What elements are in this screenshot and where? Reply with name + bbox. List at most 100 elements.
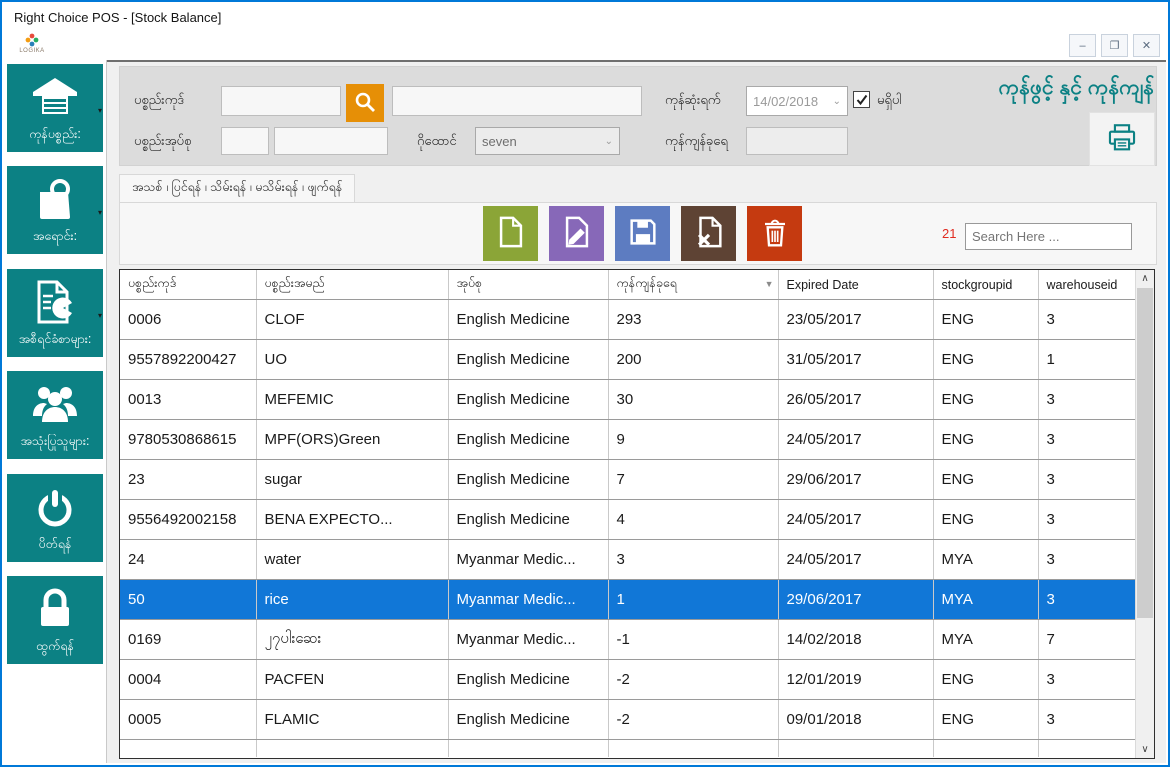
close-button[interactable]: ✕ (1133, 34, 1160, 57)
table-cell[interactable]: 293 (608, 300, 778, 340)
table-cell[interactable]: 3 (1038, 300, 1136, 340)
table-cell[interactable]: 0005 (120, 700, 256, 740)
sidebar-item-users[interactable]: အသုံးပြုသူများ: (7, 371, 103, 459)
edit-record-button[interactable] (549, 206, 604, 261)
scroll-down-button[interactable]: ∨ (1136, 741, 1154, 758)
column-header[interactable]: ကုန်ကျန်ခုရေ▼ (608, 270, 778, 300)
column-header[interactable]: Expired Date (778, 270, 933, 300)
table-cell[interactable]: 30 (608, 380, 778, 420)
table-cell[interactable]: MYA (933, 540, 1038, 580)
table-row[interactable]: 0006CLOFEnglish Medicine29323/05/2017ENG… (120, 300, 1136, 340)
table-row[interactable]: 0004PACFENEnglish Medicine-212/01/2019EN… (120, 660, 1136, 700)
table-cell[interactable]: ENG (933, 460, 1038, 500)
balance-input[interactable] (746, 127, 848, 155)
table-row[interactable]: 0005FLAMICEnglish Medicine-209/01/2018EN… (120, 700, 1136, 740)
table-cell[interactable]: 200 (608, 340, 778, 380)
grid-search-input[interactable] (965, 223, 1132, 250)
table-cell[interactable]: MYA (933, 580, 1038, 620)
item-group-code-input[interactable] (221, 127, 269, 155)
table-cell[interactable]: PACFEN (256, 660, 448, 700)
table-row[interactable]: 9556492002158BENA EXPECTO...English Medi… (120, 500, 1136, 540)
sidebar-item-reports[interactable]: ▾ အစီရင်ခံစာများ: (7, 269, 103, 357)
table-cell[interactable]: English Medicine (448, 460, 608, 500)
expiry-date-picker[interactable]: 14/02/2018 ⌄ (746, 86, 848, 116)
table-row[interactable]: 50riceMyanmar Medic...129/06/2017MYA3 (120, 580, 1136, 620)
search-item-button[interactable] (346, 84, 384, 122)
sidebar-item-logout[interactable]: ထွက်ရန် (7, 576, 103, 664)
table-cell[interactable]: ENG (933, 660, 1038, 700)
table-cell[interactable]: Myanmar Medic... (448, 580, 608, 620)
column-header[interactable]: warehouseid (1038, 270, 1136, 300)
table-cell[interactable]: English Medicine (448, 700, 608, 740)
table-cell[interactable]: 14/02/2018 (778, 620, 933, 660)
table-row[interactable]: 9557892200427UOEnglish Medicine20031/05/… (120, 340, 1136, 380)
table-cell[interactable]: 24/05/2017 (778, 540, 933, 580)
table-cell[interactable]: MYA (933, 620, 1038, 660)
table-cell[interactable]: ၂၇ပါးဆေး (256, 620, 448, 660)
table-cell[interactable]: 9556492002158 (120, 500, 256, 540)
table-cell[interactable]: 1 (1038, 340, 1136, 380)
table-cell[interactable]: 4 (608, 500, 778, 540)
table-cell[interactable]: 9557892200427 (120, 340, 256, 380)
minimize-button[interactable]: – (1069, 34, 1096, 57)
table-cell[interactable]: 29/06/2017 (778, 580, 933, 620)
table-cell[interactable]: 12/01/2019 (778, 660, 933, 700)
table-cell[interactable]: UO (256, 340, 448, 380)
table-cell[interactable]: 24/05/2017 (778, 500, 933, 540)
table-cell[interactable]: English Medicine (448, 380, 608, 420)
sidebar-item-products[interactable]: ▾ ကုန်ပစ္စည်း: (7, 64, 103, 152)
title-bar[interactable]: Right Choice POS - [Stock Balance] (4, 4, 1166, 30)
item-group-name-input[interactable] (274, 127, 388, 155)
table-cell[interactable]: 3 (1038, 540, 1136, 580)
item-name-input[interactable] (392, 86, 642, 116)
table-cell[interactable]: FLAMIC (256, 700, 448, 740)
table-cell[interactable]: ENG (933, 300, 1038, 340)
table-cell[interactable]: 7 (608, 460, 778, 500)
table-cell[interactable]: 23/05/2017 (778, 300, 933, 340)
sidebar-item-sales[interactable]: ▾ အရောင်း: (7, 166, 103, 254)
scrollbar-thumb[interactable] (1137, 288, 1153, 618)
table-cell[interactable]: 3 (608, 540, 778, 580)
column-header[interactable]: stockgroupid (933, 270, 1038, 300)
item-code-input[interactable] (221, 86, 341, 116)
table-cell[interactable]: 0004 (120, 660, 256, 700)
table-cell[interactable]: 3 (1038, 460, 1136, 500)
table-cell[interactable]: 3 (1038, 500, 1136, 540)
column-header[interactable]: ပစ္စည်းအမည် (256, 270, 448, 300)
warehouse-select[interactable]: seven ⌄ (475, 127, 620, 155)
table-cell[interactable]: 31/05/2017 (778, 340, 933, 380)
table-cell[interactable]: -2 (608, 700, 778, 740)
table-cell[interactable]: Myanmar Medic... (448, 620, 608, 660)
table-cell[interactable]: English Medicine (448, 420, 608, 460)
table-cell[interactable]: 0013 (120, 380, 256, 420)
table-cell[interactable]: 50 (120, 580, 256, 620)
table-cell[interactable]: 9780530868615 (120, 420, 256, 460)
table-cell[interactable]: English Medicine (448, 340, 608, 380)
table-cell[interactable]: BENA EXPECTO... (256, 500, 448, 540)
table-cell[interactable]: 1 (608, 580, 778, 620)
table-cell[interactable]: -1 (608, 620, 778, 660)
table-cell[interactable]: water (256, 540, 448, 580)
table-cell[interactable]: ENG (933, 420, 1038, 460)
sidebar-item-close[interactable]: ပိတ်ရန် (7, 474, 103, 562)
table-cell[interactable]: 9 (608, 420, 778, 460)
delete-record-button[interactable] (747, 206, 802, 261)
table-cell[interactable]: ENG (933, 700, 1038, 740)
table-cell[interactable]: -2 (608, 660, 778, 700)
table-cell[interactable]: ENG (933, 380, 1038, 420)
scroll-up-button[interactable]: ∧ (1136, 270, 1154, 287)
table-row[interactable]: 9780530868615MPF(ORS)GreenEnglish Medici… (120, 420, 1136, 460)
table-cell[interactable]: 24 (120, 540, 256, 580)
column-header[interactable]: အုပ်စု (448, 270, 608, 300)
table-cell[interactable]: Myanmar Medic... (448, 540, 608, 580)
table-cell[interactable]: sugar (256, 460, 448, 500)
column-header[interactable]: ပစ္စည်းကုဒ် (120, 270, 256, 300)
table-cell[interactable]: English Medicine (448, 300, 608, 340)
table-cell[interactable]: English Medicine (448, 500, 608, 540)
restore-button[interactable]: ❐ (1101, 34, 1128, 57)
table-cell[interactable]: 29/06/2017 (778, 460, 933, 500)
table-cell[interactable]: MEFEMIC (256, 380, 448, 420)
save-record-button[interactable] (615, 206, 670, 261)
table-cell[interactable]: 3 (1038, 700, 1136, 740)
table-row[interactable]: 0013MEFEMICEnglish Medicine3026/05/2017E… (120, 380, 1136, 420)
